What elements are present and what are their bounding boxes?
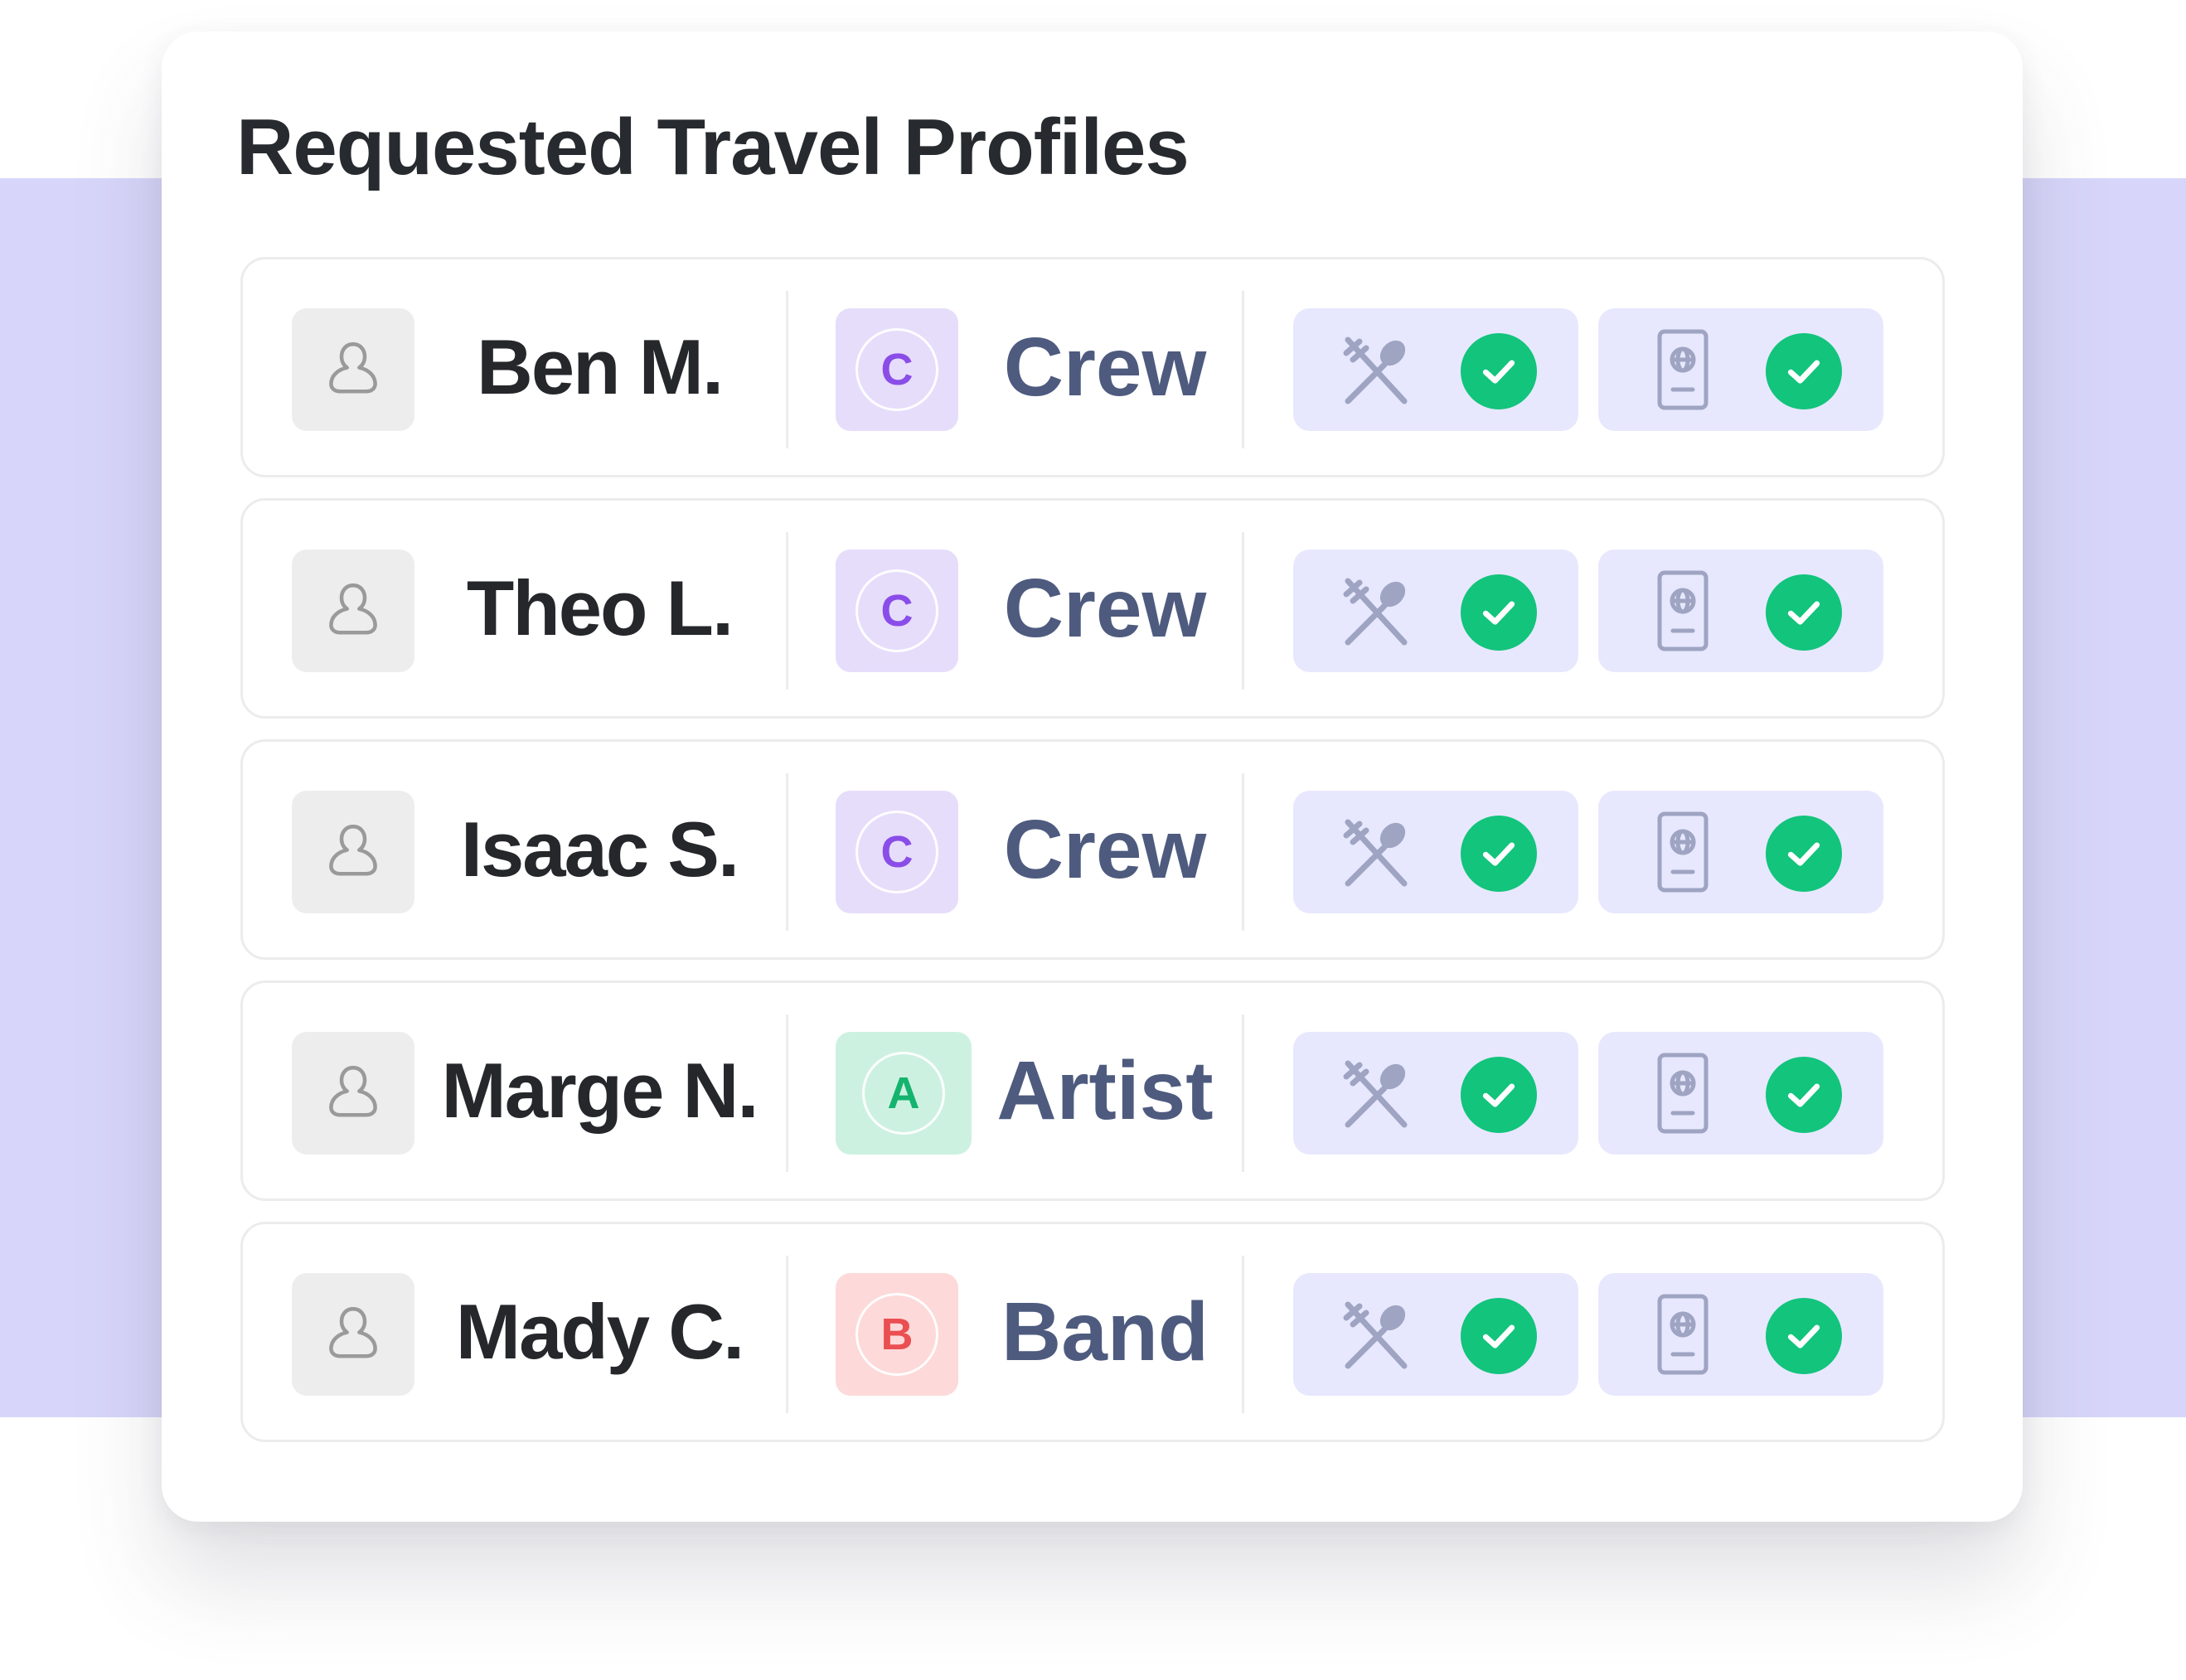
person-outline-icon — [329, 341, 377, 394]
role-badge: A — [836, 1032, 972, 1155]
role-badge: C — [836, 550, 958, 672]
role-label: Band — [1001, 1285, 1209, 1378]
profile-row[interactable]: Mady C. B Band — [240, 1222, 1945, 1442]
avatar — [292, 308, 414, 431]
person-outline-icon — [329, 824, 377, 876]
role-initial: A — [862, 1052, 945, 1135]
role-label: Artist — [996, 1043, 1214, 1137]
check-circle-icon — [1766, 1057, 1842, 1133]
column-divider — [786, 532, 788, 690]
passport-icon — [1657, 1294, 1709, 1375]
travel-profiles-card: Requested Travel Profiles Ben M. C Crew — [162, 31, 2023, 1522]
column-divider — [786, 773, 788, 931]
check-circle-icon — [1461, 574, 1537, 651]
person-outline-icon — [329, 1065, 377, 1117]
passport-status[interactable] — [1598, 1273, 1883, 1396]
role-label: Crew — [1003, 802, 1207, 896]
column-divider — [1242, 773, 1244, 931]
check-circle-icon — [1461, 1057, 1537, 1133]
role-label: Crew — [1003, 561, 1207, 655]
profile-row[interactable]: Ben M. C Crew — [240, 257, 1945, 477]
role-initial: B — [855, 1293, 938, 1376]
role-initial: C — [855, 328, 938, 411]
check-circle-icon — [1766, 816, 1842, 892]
role-badge: C — [836, 308, 958, 431]
column-divider — [786, 1256, 788, 1413]
check-circle-icon — [1766, 1298, 1842, 1374]
fork-spoon-icon — [1343, 336, 1408, 404]
traveler-name: Theo L. — [466, 564, 734, 651]
column-divider — [1242, 1014, 1244, 1172]
column-divider — [1242, 532, 1244, 690]
passport-status[interactable] — [1598, 550, 1883, 672]
traveler-name: Ben M. — [476, 323, 724, 410]
traveler-name: Isaac S. — [460, 806, 739, 893]
role-badge: C — [836, 791, 958, 913]
passport-icon — [1657, 570, 1709, 651]
traveler-name: Marge N. — [441, 1047, 759, 1134]
meal-preference-status[interactable] — [1293, 791, 1578, 913]
traveler-name: Mady C. — [455, 1288, 744, 1375]
column-divider — [786, 1014, 788, 1172]
card-title: Requested Travel Profiles — [236, 103, 1190, 191]
passport-status[interactable] — [1598, 308, 1883, 431]
check-circle-icon — [1461, 1298, 1537, 1374]
check-circle-icon — [1461, 333, 1537, 409]
profile-row[interactable]: Isaac S. C Crew — [240, 739, 1945, 960]
passport-icon — [1657, 811, 1709, 893]
passport-status[interactable] — [1598, 1032, 1883, 1155]
avatar — [292, 1273, 414, 1396]
role-initial: C — [855, 569, 938, 652]
fork-spoon-icon — [1343, 819, 1408, 887]
profiles-list: Ben M. C Crew Theo L. C Crew Isaac S. C … — [240, 257, 1945, 1463]
column-divider — [1242, 291, 1244, 448]
passport-icon — [1657, 329, 1709, 410]
meal-preference-status[interactable] — [1293, 1032, 1578, 1155]
meal-preference-status[interactable] — [1293, 1273, 1578, 1396]
role-label: Crew — [1003, 320, 1207, 414]
column-divider — [786, 291, 788, 448]
passport-status[interactable] — [1598, 791, 1883, 913]
profile-row[interactable]: Theo L. C Crew — [240, 498, 1945, 719]
avatar — [292, 550, 414, 672]
check-circle-icon — [1461, 816, 1537, 892]
person-outline-icon — [329, 583, 377, 635]
role-initial: C — [855, 811, 938, 893]
person-outline-icon — [329, 1306, 377, 1358]
meal-preference-status[interactable] — [1293, 308, 1578, 431]
fork-spoon-icon — [1343, 578, 1408, 646]
check-circle-icon — [1766, 333, 1842, 409]
role-badge: B — [836, 1273, 958, 1396]
profile-row[interactable]: Marge N. A Artist — [240, 980, 1945, 1201]
passport-icon — [1657, 1053, 1709, 1134]
check-circle-icon — [1766, 574, 1842, 651]
fork-spoon-icon — [1343, 1060, 1408, 1128]
avatar — [292, 1032, 414, 1155]
fork-spoon-icon — [1343, 1301, 1408, 1369]
meal-preference-status[interactable] — [1293, 550, 1578, 672]
column-divider — [1242, 1256, 1244, 1413]
avatar — [292, 791, 414, 913]
